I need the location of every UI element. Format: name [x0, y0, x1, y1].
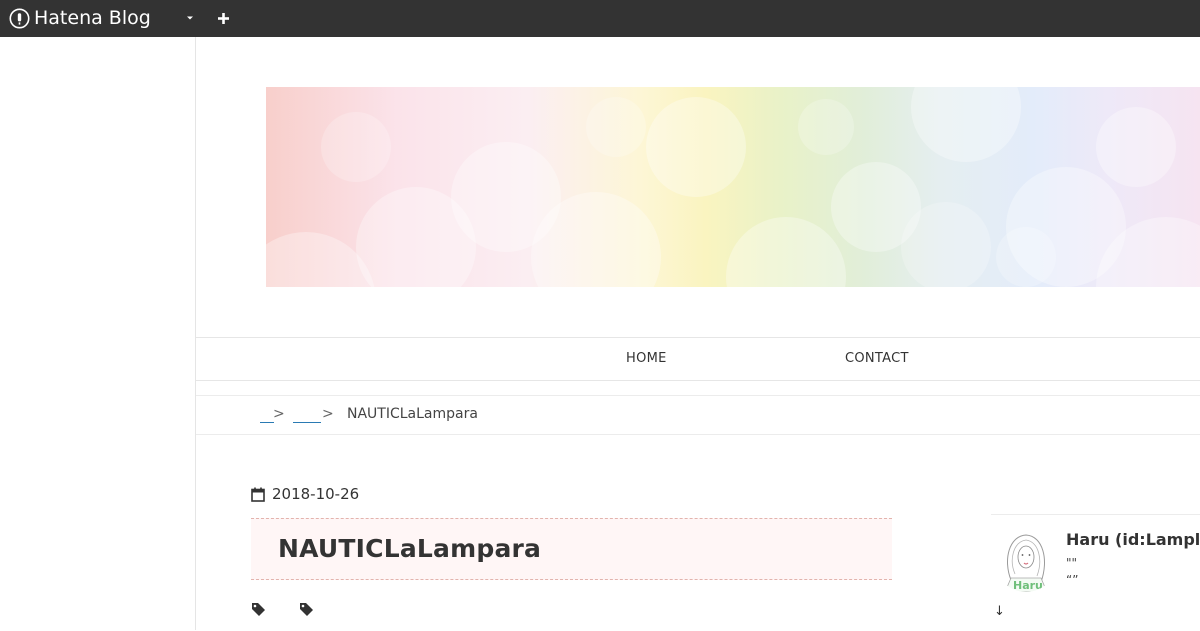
nav-contact-link[interactable]: CONTACT [845, 351, 909, 366]
avatar[interactable]: Haru [995, 530, 1057, 592]
entry-title[interactable]: NAUTICLaLampara [278, 534, 541, 563]
avatar-illustration: Haru [995, 530, 1057, 592]
profile-description: “” [1066, 573, 1079, 587]
hatena-logo-icon [9, 8, 30, 28]
header-banner-image[interactable] [266, 87, 1200, 287]
breadcrumb-current: NAUTICLaLampara [347, 406, 478, 422]
left-gutter [0, 37, 195, 630]
category-tag[interactable] [251, 602, 266, 617]
breadcrumb-separator: > [273, 406, 285, 422]
global-header: Hatena Blog [0, 0, 1200, 37]
profile-more-arrow: ↓ [994, 604, 1005, 619]
tag-icon [252, 603, 265, 616]
caret-down-icon [187, 16, 193, 20]
profile-description: "" [1066, 556, 1078, 570]
global-nav: HOME CONTACT [196, 337, 1200, 381]
profile-name[interactable]: Haru (id:Lamplit [1066, 530, 1200, 549]
breadcrumb: > > NAUTICLaLampara [196, 395, 1200, 435]
breadcrumb-separator: > [322, 406, 334, 422]
brand-name: Hatena Blog [34, 7, 151, 29]
add-button[interactable] [214, 9, 232, 27]
breadcrumb-home-link[interactable] [260, 406, 274, 426]
profile-module: Haru Haru (id:Lamplit "" “” ↓ [991, 514, 1200, 631]
cloud-pattern [266, 87, 1200, 287]
category-tag[interactable] [299, 602, 314, 617]
breadcrumb-category-link[interactable] [293, 406, 321, 426]
tag-icon [300, 603, 313, 616]
entry-date-text: 2018-10-26 [272, 485, 360, 503]
hatena-blog-home-link[interactable]: Hatena Blog [9, 7, 151, 29]
svg-text:Haru: Haru [1013, 579, 1043, 592]
calendar-icon [251, 487, 265, 502]
entry-title-box: NAUTICLaLampara [251, 518, 892, 580]
plus-icon [217, 12, 229, 24]
blog-menu-dropdown[interactable] [181, 9, 199, 27]
nav-home-link[interactable]: HOME [626, 351, 667, 366]
blog-content: HOME CONTACT > > NAUTICLaLampara 2018-10… [195, 37, 1200, 630]
entry-categories [251, 602, 347, 617]
entry-date[interactable]: 2018-10-26 [251, 485, 359, 503]
